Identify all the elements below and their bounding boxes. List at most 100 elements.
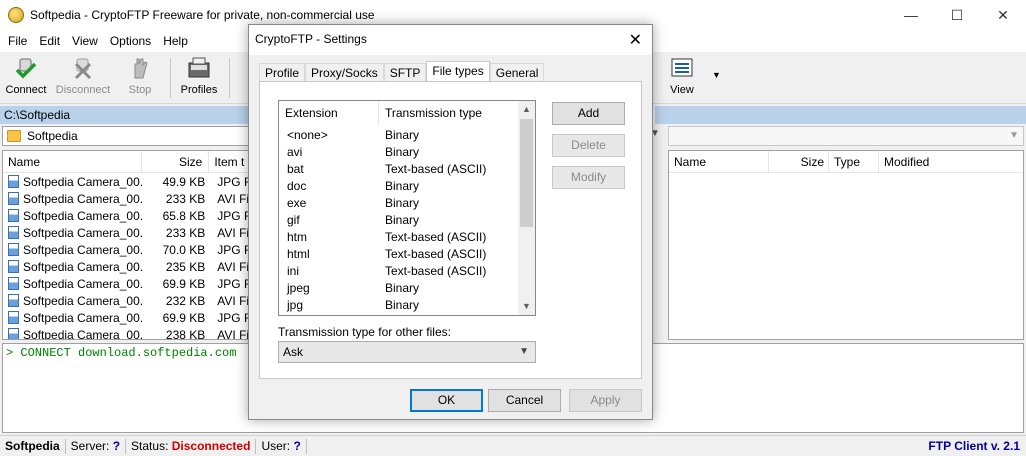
file-size: 232 KB: [165, 293, 206, 308]
file-type: JPG Fi: [217, 242, 249, 257]
transmission-type: Text-based (ASCII): [385, 229, 487, 244]
list-item[interactable]: bat Text-based (ASCII): [279, 160, 535, 177]
file-type: JPG Fi: [217, 276, 249, 291]
chevron-down-icon: ▼: [519, 346, 529, 357]
dialog-close-icon[interactable]: ✕: [629, 30, 642, 50]
image-file-icon: [8, 277, 19, 290]
stop-button[interactable]: Stop: [120, 56, 160, 100]
remote-path-bar: [655, 106, 1026, 124]
extension: htm: [287, 229, 308, 244]
table-row[interactable]: Softpedia Camera_00... 232 KB AVI Fil: [3, 292, 249, 309]
col-type-header[interactable]: Item t: [209, 151, 249, 172]
status-connection: Status: Disconnected: [126, 438, 257, 454]
image-file-icon: [8, 328, 19, 339]
file-type: AVI Fil: [217, 259, 249, 274]
tab-sftp[interactable]: SFTP: [383, 63, 427, 83]
connect-button[interactable]: Connect: [4, 56, 48, 100]
table-row[interactable]: Softpedia Camera_00... 65.8 KB JPG Fi: [3, 207, 249, 224]
list-item[interactable]: exe Binary: [279, 194, 535, 211]
maximize-button[interactable]: ☐: [934, 0, 980, 30]
stop-hand-icon: [134, 58, 148, 79]
file-types-scrollbar[interactable]: ▲ ▼: [518, 101, 535, 315]
extension: <none>: [287, 127, 328, 142]
apply-button[interactable]: Apply: [569, 389, 642, 412]
list-item[interactable]: doc Binary: [279, 177, 535, 194]
extension: doc: [287, 178, 307, 193]
menu-file[interactable]: File: [2, 34, 33, 48]
other-files-select[interactable]: Ask ▼: [278, 341, 536, 363]
profiles-button[interactable]: Profiles: [177, 56, 221, 100]
status-user: User: ?: [256, 438, 307, 454]
scroll-down-icon[interactable]: ▼: [518, 298, 535, 315]
settings-dialog: CryptoFTP - Settings ✕ Profile Proxy/Soc…: [248, 24, 653, 420]
table-row[interactable]: Softpedia Camera_00... 49.9 KB JPG Fi: [3, 173, 249, 190]
table-row[interactable]: Softpedia Camera_00... 69.9 KB JPG Fi: [3, 309, 249, 326]
list-item[interactable]: <none> Binary: [279, 126, 535, 143]
extension-header[interactable]: Extension: [279, 101, 379, 126]
file-name: Softpedia Camera_00...: [23, 191, 142, 206]
image-file-icon: [8, 294, 19, 307]
file-name: Softpedia Camera_00...: [23, 276, 142, 291]
list-item[interactable]: htm Text-based (ASCII): [279, 228, 535, 245]
menu-help[interactable]: Help: [157, 34, 194, 48]
view-dropdown-icon[interactable]: ▼: [712, 70, 721, 80]
tab-proxy-socks[interactable]: Proxy/Socks: [305, 63, 384, 83]
transmission-type: Binary: [385, 178, 420, 193]
cancel-button[interactable]: Cancel: [488, 389, 561, 412]
connect-icon: [15, 58, 37, 79]
list-item[interactable]: gif Binary: [279, 211, 535, 228]
extension: exe: [287, 195, 307, 210]
modify-button[interactable]: Modify: [552, 166, 625, 189]
table-row[interactable]: Softpedia Camera_00... 238 KB AVI Fil: [3, 326, 249, 339]
menu-edit[interactable]: Edit: [33, 34, 66, 48]
list-item[interactable]: jpeg Binary: [279, 279, 535, 296]
table-row[interactable]: Softpedia Camera_00... 233 KB AVI Fil: [3, 190, 249, 207]
view-button[interactable]: View: [666, 56, 698, 100]
minimize-button[interactable]: —: [888, 0, 934, 30]
list-item[interactable]: jpg Binary: [279, 296, 535, 313]
file-name: Softpedia Camera_00...: [23, 208, 142, 223]
scroll-thumb[interactable]: [520, 119, 533, 227]
col-type-header[interactable]: Type: [829, 151, 879, 172]
table-row[interactable]: Softpedia Camera_00... 235 KB AVI Fil: [3, 258, 249, 275]
file-types-list[interactable]: Extension Transmission type <none> Binary…: [278, 100, 536, 316]
disconnect-button[interactable]: Disconnect: [54, 56, 112, 100]
add-button[interactable]: Add: [552, 102, 625, 125]
transmission-type: Binary: [385, 280, 420, 295]
menu-view[interactable]: View: [66, 34, 104, 48]
col-size-header[interactable]: Size: [142, 151, 210, 172]
transmission-type-header[interactable]: Transmission type: [379, 101, 519, 126]
tab-general[interactable]: General: [489, 63, 545, 83]
tab-profile[interactable]: Profile: [259, 63, 306, 83]
delete-button[interactable]: Delete: [552, 134, 625, 157]
ok-button[interactable]: OK: [410, 389, 483, 412]
close-button[interactable]: ✕: [980, 0, 1026, 30]
list-item[interactable]: html Text-based (ASCII): [279, 245, 535, 262]
file-size: 233 KB: [165, 225, 206, 240]
local-file-list[interactable]: Name Size Item t Softpedia Camera_00... 4…: [2, 150, 250, 340]
col-name-header[interactable]: Name: [669, 151, 769, 172]
list-item[interactable]: avi Binary: [279, 143, 535, 160]
settings-tabs: Profile Proxy/Socks SFTP File types Gene…: [259, 61, 545, 83]
list-item[interactable]: ini Text-based (ASCII): [279, 262, 535, 279]
remote-folder-combo[interactable]: ▼: [668, 126, 1024, 146]
file-type: JPG Fi: [217, 174, 249, 189]
extension: jpeg: [287, 280, 310, 295]
table-row[interactable]: Softpedia Camera_00... 70.0 KB JPG Fi: [3, 241, 249, 258]
view-list-icon: [671, 58, 693, 77]
table-row[interactable]: Softpedia Camera_00... 69.9 KB JPG Fi: [3, 275, 249, 292]
col-size-header[interactable]: Size: [769, 151, 829, 172]
table-row[interactable]: Softpedia Camera_00... 233 KB AVI Fil: [3, 224, 249, 241]
extension: bat: [287, 161, 304, 176]
scroll-up-icon[interactable]: ▲: [518, 101, 535, 118]
tab-file-types[interactable]: File types: [426, 61, 490, 83]
col-modified-header[interactable]: Modified: [879, 151, 1023, 172]
version-label: FTP Client v. 2.1: [928, 439, 1020, 453]
local-folder-combo[interactable]: Softpedia: [2, 126, 250, 146]
remote-file-list[interactable]: Name Size Type Modified: [668, 150, 1024, 340]
col-name-header[interactable]: Name: [3, 151, 142, 172]
dialog-title: CryptoFTP - Settings: [255, 32, 367, 46]
file-name: Softpedia Camera_00...: [23, 242, 142, 257]
file-name: Softpedia Camera_00...: [23, 174, 142, 189]
menu-options[interactable]: Options: [104, 34, 157, 48]
